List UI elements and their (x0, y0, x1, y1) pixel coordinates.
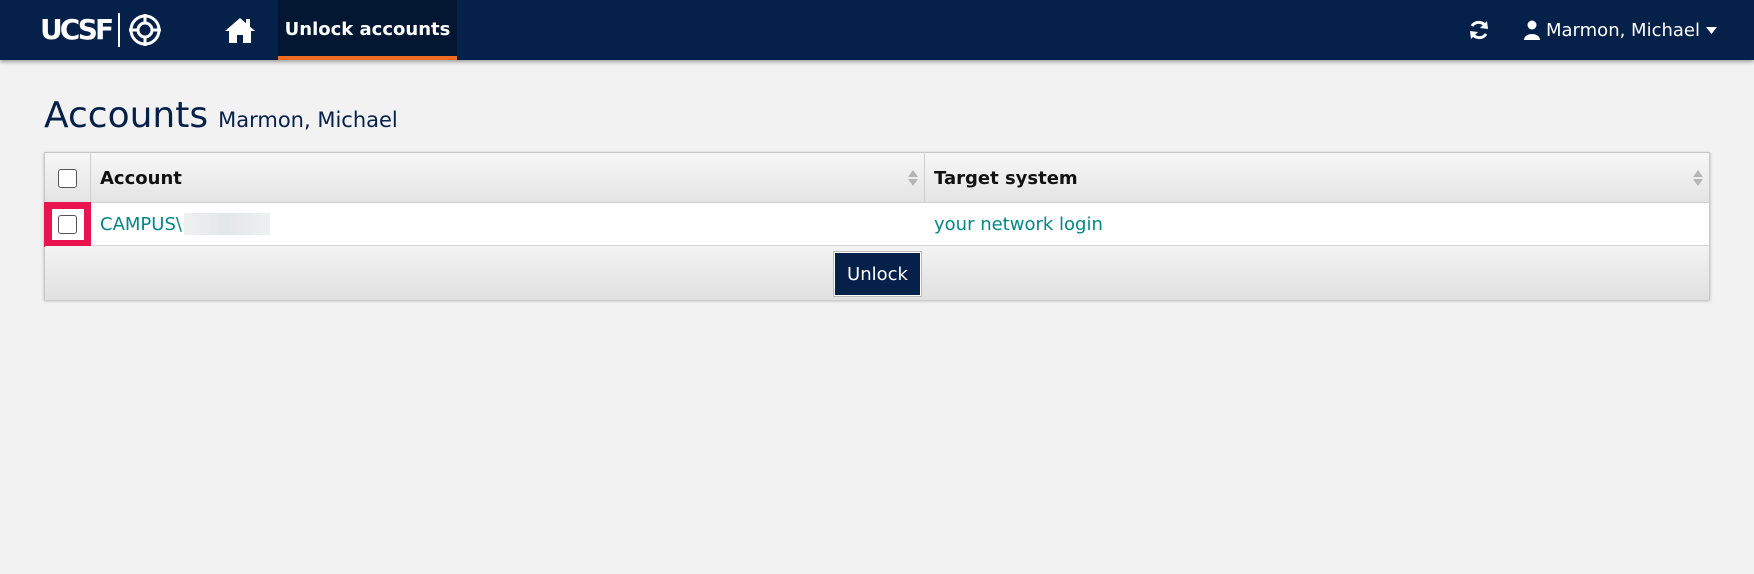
select-all-cell (45, 153, 91, 203)
column-header-account[interactable]: Account (91, 153, 925, 203)
table-footer: Unlock (45, 246, 1709, 300)
user-menu[interactable]: Marmon, Michael (1524, 0, 1717, 60)
sort-icon[interactable] (1693, 169, 1703, 187)
row-select-highlight (44, 202, 91, 247)
refresh-button[interactable] (1463, 13, 1495, 47)
select-all-checkbox[interactable] (58, 168, 77, 188)
page-title: Accounts (44, 95, 209, 136)
top-navbar: UCSF Unlock accounts Marmon, Michael (0, 0, 1754, 60)
row-checkbox[interactable] (58, 215, 77, 234)
table-row: CAMPUS\ your network login (44, 202, 1709, 247)
account-cell: CAMPUS\ (100, 203, 270, 245)
tab-unlock-accounts[interactable]: Unlock accounts (278, 0, 457, 60)
chevron-down-icon (1705, 26, 1717, 34)
unlock-button[interactable]: Unlock (834, 252, 921, 296)
column-header-target-system-label: Target system (934, 167, 1078, 189)
account-name: CAMPUS\ (100, 213, 182, 235)
accounts-table: Account Target system CAMPUS\ your netwo… (44, 152, 1710, 300)
table-header: Account Target system (45, 153, 1709, 203)
sort-icon[interactable] (908, 169, 918, 187)
ucsf-logo[interactable]: UCSF (40, 11, 166, 49)
tab-unlock-accounts-label: Unlock accounts (284, 18, 451, 40)
home-icon (225, 18, 255, 43)
column-header-target-system[interactable]: Target system (925, 153, 1709, 203)
column-header-account-label: Account (100, 167, 182, 189)
user-icon (1524, 20, 1540, 40)
redacted-username (183, 213, 270, 235)
page-header: Accounts Marmon, Michael (44, 94, 398, 138)
home-button[interactable] (216, 10, 264, 50)
row-select-cell (51, 209, 84, 240)
page-subtitle: Marmon, Michael (218, 108, 398, 132)
user-name: Marmon, Michael (1546, 19, 1700, 41)
svg-text:UCSF: UCSF (40, 13, 112, 46)
target-system-link[interactable]: your network login (934, 203, 1103, 245)
refresh-icon (1470, 20, 1488, 40)
